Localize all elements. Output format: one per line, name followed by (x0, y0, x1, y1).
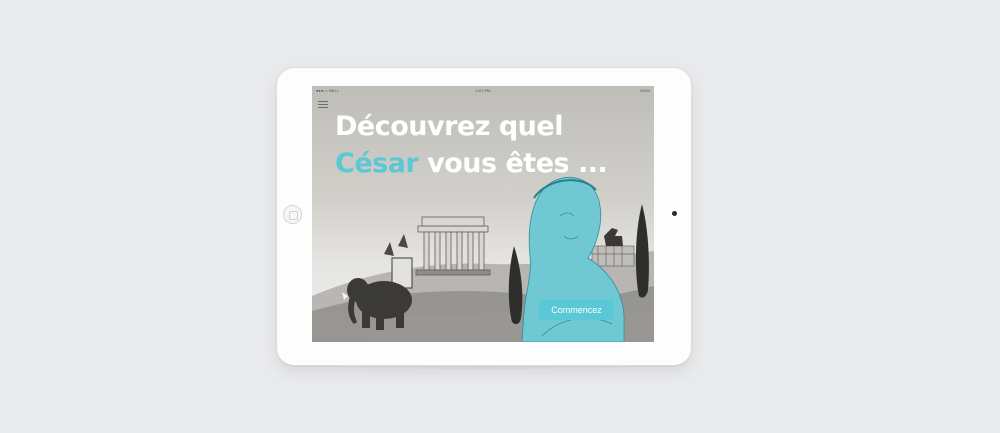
colosseum (591, 245, 635, 267)
cypress-tree-right (635, 204, 649, 298)
war-elephant (342, 234, 413, 330)
hamburger-menu-icon[interactable] (318, 101, 328, 109)
front-camera (672, 211, 677, 216)
commencez-button[interactable]: Commencez (539, 300, 614, 320)
headline: Découvrez quel César vous êtes ... (335, 108, 645, 182)
app-screen: ●●●○○ BELL 4:21 PM 100% Découvrez quel C… (312, 86, 654, 342)
cypress-tree-left (508, 246, 523, 325)
headline-line-2-rest: vous êtes ... (418, 148, 608, 179)
headline-line-1: Découvrez quel (335, 111, 563, 142)
home-button[interactable] (283, 205, 302, 224)
equestrian-statue (604, 228, 623, 246)
headline-line-2: César vous êtes ... (335, 145, 645, 182)
headline-accent-word: César (335, 148, 419, 179)
